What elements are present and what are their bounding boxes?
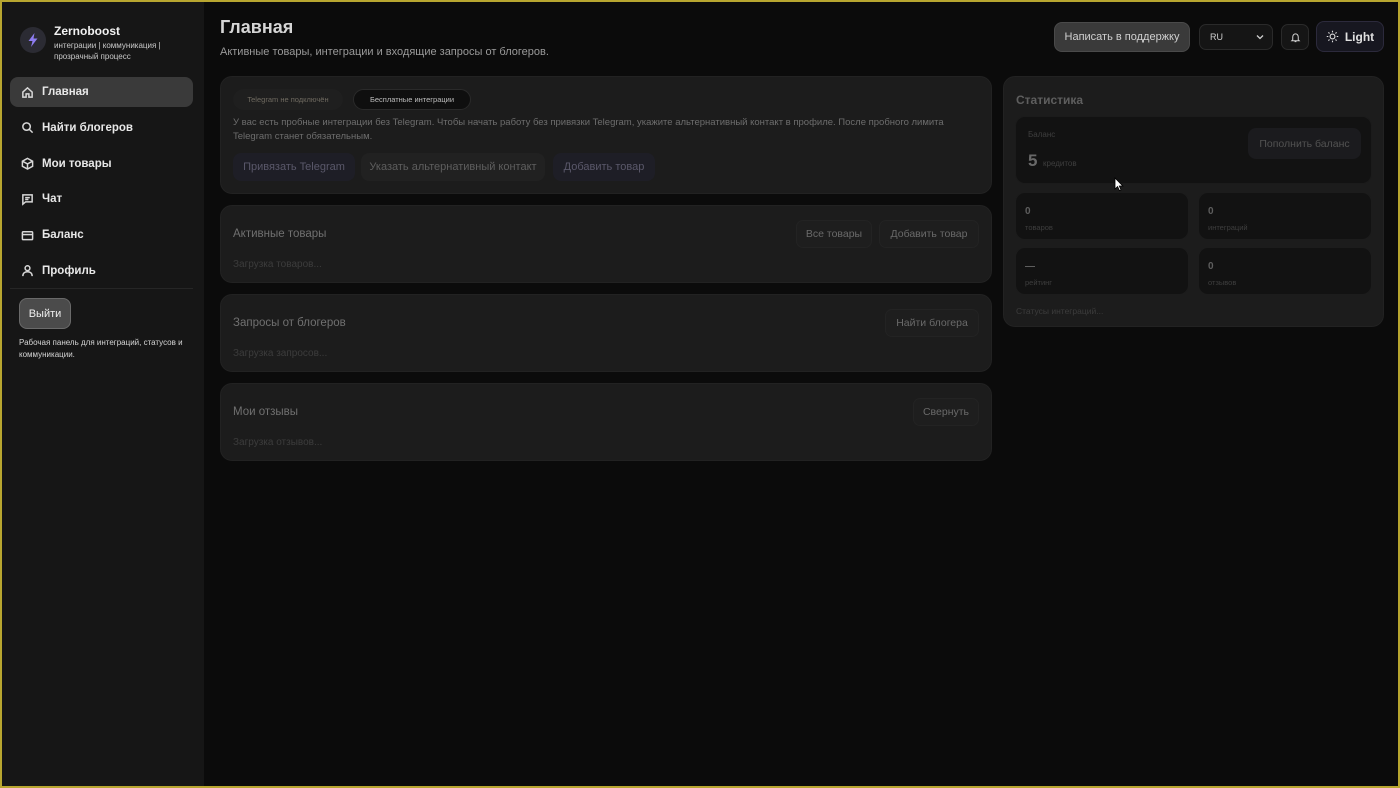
stat-label: отзывов <box>1208 278 1237 287</box>
notifications-button[interactable] <box>1281 24 1309 50</box>
brand-tagline: интеграции | коммуникация | прозрачный п… <box>54 41 161 61</box>
my-reviews-card: Мои отзывы Загрузка отзывов... Свернуть <box>220 383 992 461</box>
sidebar-item-label: Баланс <box>42 229 84 242</box>
balance-unit: кредитов <box>1043 159 1077 168</box>
mouse-cursor-icon <box>1114 177 1124 192</box>
section-title: Активные товары <box>233 228 327 240</box>
stat-value: 0 <box>1025 206 1031 217</box>
stat-tile-rating: — рейтинг <box>1015 247 1189 295</box>
sun-icon <box>1326 30 1339 43</box>
blogger-requests-card: Запросы от блогеров Загрузка запросов...… <box>220 294 992 372</box>
user-icon <box>22 265 33 277</box>
loading-text: Загрузка отзывов... <box>233 437 323 448</box>
find-blogger-button[interactable]: Найти блогера <box>885 309 979 337</box>
brand-name: Zernoboost <box>54 24 120 38</box>
sidebar-divider <box>10 288 193 289</box>
theme-toggle-button[interactable]: Light <box>1316 21 1384 52</box>
page-title: Главная <box>220 17 294 37</box>
top-up-button[interactable]: Пополнить баланс <box>1248 128 1361 159</box>
chat-icon <box>22 194 33 206</box>
statistics-panel: Статистика Баланс 5 кредитов Пополнить б… <box>1003 76 1384 327</box>
sidebar-item-label: Мои товары <box>42 157 112 170</box>
theme-label: Light <box>1344 29 1375 44</box>
collapse-button[interactable]: Свернуть <box>913 398 979 426</box>
sidebar-item-label: Профиль <box>42 264 96 277</box>
stat-value: — <box>1025 261 1035 272</box>
stat-label: рейтинг <box>1025 278 1053 287</box>
support-button[interactable]: Написать в поддержку <box>1054 22 1190 52</box>
section-title: Мои отзывы <box>233 406 299 418</box>
alternative-contact-button[interactable]: Указать альтернативный контакт <box>361 153 545 181</box>
sidebar-note: Рабочая панель для интеграций, статусов … <box>19 338 183 359</box>
search-icon <box>22 122 34 134</box>
sidebar-item-my-products[interactable]: Мои товары <box>10 149 193 179</box>
sidebar-item-label: Главная <box>42 86 89 98</box>
sidebar-item-chat[interactable]: Чат <box>10 184 193 214</box>
stat-tile-integrations: 0 интеграций <box>1198 192 1372 240</box>
telegram-status-badge: Telegram не подключён <box>233 89 343 110</box>
sidebar: Zernoboost интеграции | коммуникация | п… <box>2 2 204 786</box>
add-product-button[interactable]: Добавить товар <box>553 153 655 181</box>
page-subtitle: Активные товары, интеграции и входящие з… <box>220 46 549 58</box>
sidebar-item-balance[interactable]: Баланс <box>10 220 193 250</box>
section-title: Запросы от блогеров <box>233 317 346 329</box>
banner-text: У вас есть пробные интеграции без Telegr… <box>233 117 944 142</box>
stat-value: 0 <box>1208 206 1214 217</box>
logout-button[interactable]: Выйти <box>19 298 71 329</box>
wallet-icon <box>21 230 34 241</box>
sidebar-item-find-bloggers[interactable]: Найти блогеров <box>10 113 193 143</box>
balance-label: Баланс <box>1028 130 1056 139</box>
stat-label: интеграций <box>1208 223 1248 232</box>
stat-value: 0 <box>1208 261 1214 272</box>
language-select[interactable]: RU <box>1199 24 1273 50</box>
free-integrations-badge: Бесплатные интеграции <box>353 89 471 110</box>
chevron-down-icon <box>1256 35 1264 40</box>
telegram-banner: Telegram не подключён Бесплатные интегра… <box>220 76 992 194</box>
loading-text: Загрузка запросов... <box>233 348 328 359</box>
stats-footer: Статусы интеграций... <box>1016 306 1104 316</box>
sidebar-nav: Главная Найти блогеров Мои товары Чат Ба… <box>10 77 193 292</box>
link-telegram-button[interactable]: Привязать Telegram <box>233 153 355 181</box>
stats-title: Статистика <box>1016 93 1084 107</box>
stat-label: товаров <box>1025 223 1053 232</box>
sidebar-item-label: Найти блогеров <box>42 121 133 134</box>
language-value: RU <box>1210 32 1223 42</box>
stat-tile-reviews: 0 отзывов <box>1198 247 1372 295</box>
brand: Zernoboost интеграции | коммуникация | п… <box>20 24 182 62</box>
bell-icon <box>1290 32 1300 42</box>
logo-icon <box>20 27 46 53</box>
all-products-button[interactable]: Все товары <box>796 220 872 248</box>
balance-card: Баланс 5 кредитов Пополнить баланс <box>1015 116 1372 184</box>
box-icon <box>21 157 34 171</box>
stat-tile-products: 0 товаров <box>1015 192 1189 240</box>
sidebar-item-profile[interactable]: Профиль <box>10 256 193 286</box>
add-product-button[interactable]: Добавить товар <box>879 220 979 248</box>
home-icon <box>22 86 33 98</box>
active-products-card: Активные товары Загрузка товаров... Все … <box>220 205 992 283</box>
balance-value: 5 <box>1028 151 1038 170</box>
sidebar-item-label: Чат <box>42 193 63 206</box>
sidebar-item-home[interactable]: Главная <box>10 77 193 107</box>
loading-text: Загрузка товаров... <box>233 259 322 270</box>
